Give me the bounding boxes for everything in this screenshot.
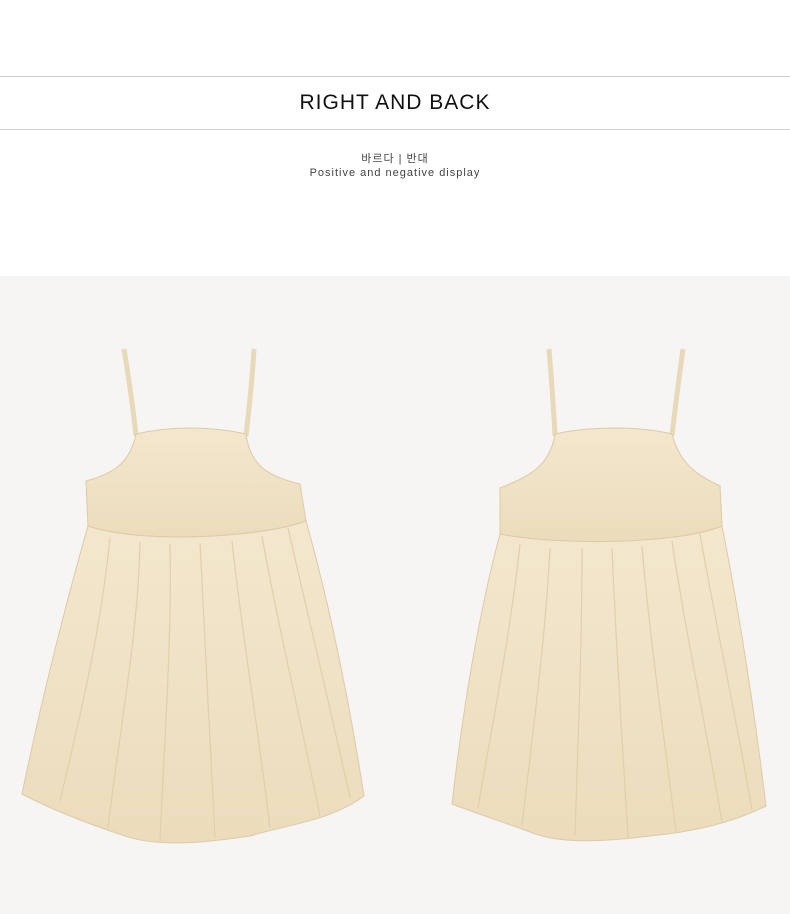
product-photo: [21, 348, 767, 844]
product-photo-area: [0, 276, 790, 914]
dress-front-image: [21, 348, 365, 844]
subtitle-english: Positive and negative display: [309, 167, 481, 179]
section-header: RIGHT AND BACK: [0, 76, 790, 130]
section-title: RIGHT AND BACK: [299, 91, 491, 114]
dress-back-image: [451, 348, 767, 842]
subtitle-korean: 바르다 | 반대: [361, 153, 429, 165]
